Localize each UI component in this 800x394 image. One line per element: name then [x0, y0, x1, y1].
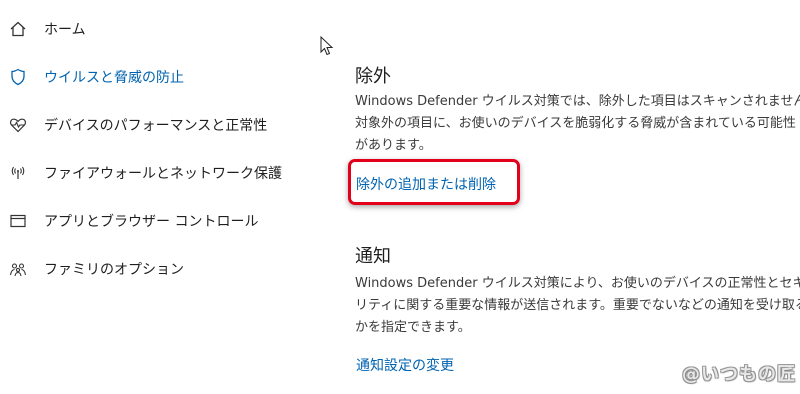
sidebar-item-label: ファイアウォールとネットワーク保護 — [44, 166, 282, 182]
notifications-title: 通知 — [355, 246, 391, 267]
sidebar-item-label: アプリとブラウザー コントロール — [44, 214, 259, 230]
highlight-box — [348, 159, 520, 205]
exclusions-description-line: Windows Defender ウイルス対策では、除外した項目はスキャンされま… — [355, 94, 800, 109]
family-icon — [9, 260, 27, 278]
heart-pulse-icon — [9, 116, 27, 134]
sidebar-item-app-browser[interactable]: アプリとブラウザー コントロール — [0, 208, 300, 232]
sidebar-item-label: ウイルスと脅威の防止 — [44, 70, 184, 86]
sidebar-nav: ホーム ウイルスと脅威の防止 デバイスのパフォーマンスと正常性 ファイアウォール… — [0, 0, 300, 394]
sidebar-item-label: ファミリのオプション — [44, 262, 184, 278]
sidebar-item-virus-protection[interactable]: ウイルスと脅威の防止 — [0, 64, 300, 88]
change-notification-settings-link[interactable]: 通知設定の変更 — [356, 355, 454, 375]
exclusions-description-line: 対象外の項目に、お使いのデバイスを脆弱化する脅威が含まれている可能性 — [355, 116, 796, 131]
sidebar-item-family[interactable]: ファミリのオプション — [0, 256, 300, 280]
notifications-description-line: かを指定できます。 — [355, 320, 471, 335]
shield-icon — [9, 68, 27, 86]
sidebar-item-label: デバイスのパフォーマンスと正常性 — [44, 118, 268, 134]
wifi-antenna-icon — [9, 164, 27, 182]
app-window-icon — [9, 212, 27, 230]
sidebar-item-label: ホーム — [44, 22, 86, 38]
watermark: @いつもの匠 — [682, 364, 796, 385]
notifications-description-line: リティに関する重要な情報が送信されます。重要でないなどの通知を受け取る — [355, 298, 800, 313]
notifications-description-line: Windows Defender ウイルス対策により、お使いのデバイスの正常性と… — [355, 276, 800, 291]
sidebar-item-firewall[interactable]: ファイアウォールとネットワーク保護 — [0, 160, 300, 184]
home-icon — [9, 20, 27, 38]
exclusions-title: 除外 — [355, 66, 391, 87]
exclusions-description-line: があります。 — [355, 138, 432, 153]
sidebar-item-home[interactable]: ホーム — [0, 16, 300, 40]
sidebar-item-device-performance[interactable]: デバイスのパフォーマンスと正常性 — [0, 112, 300, 136]
